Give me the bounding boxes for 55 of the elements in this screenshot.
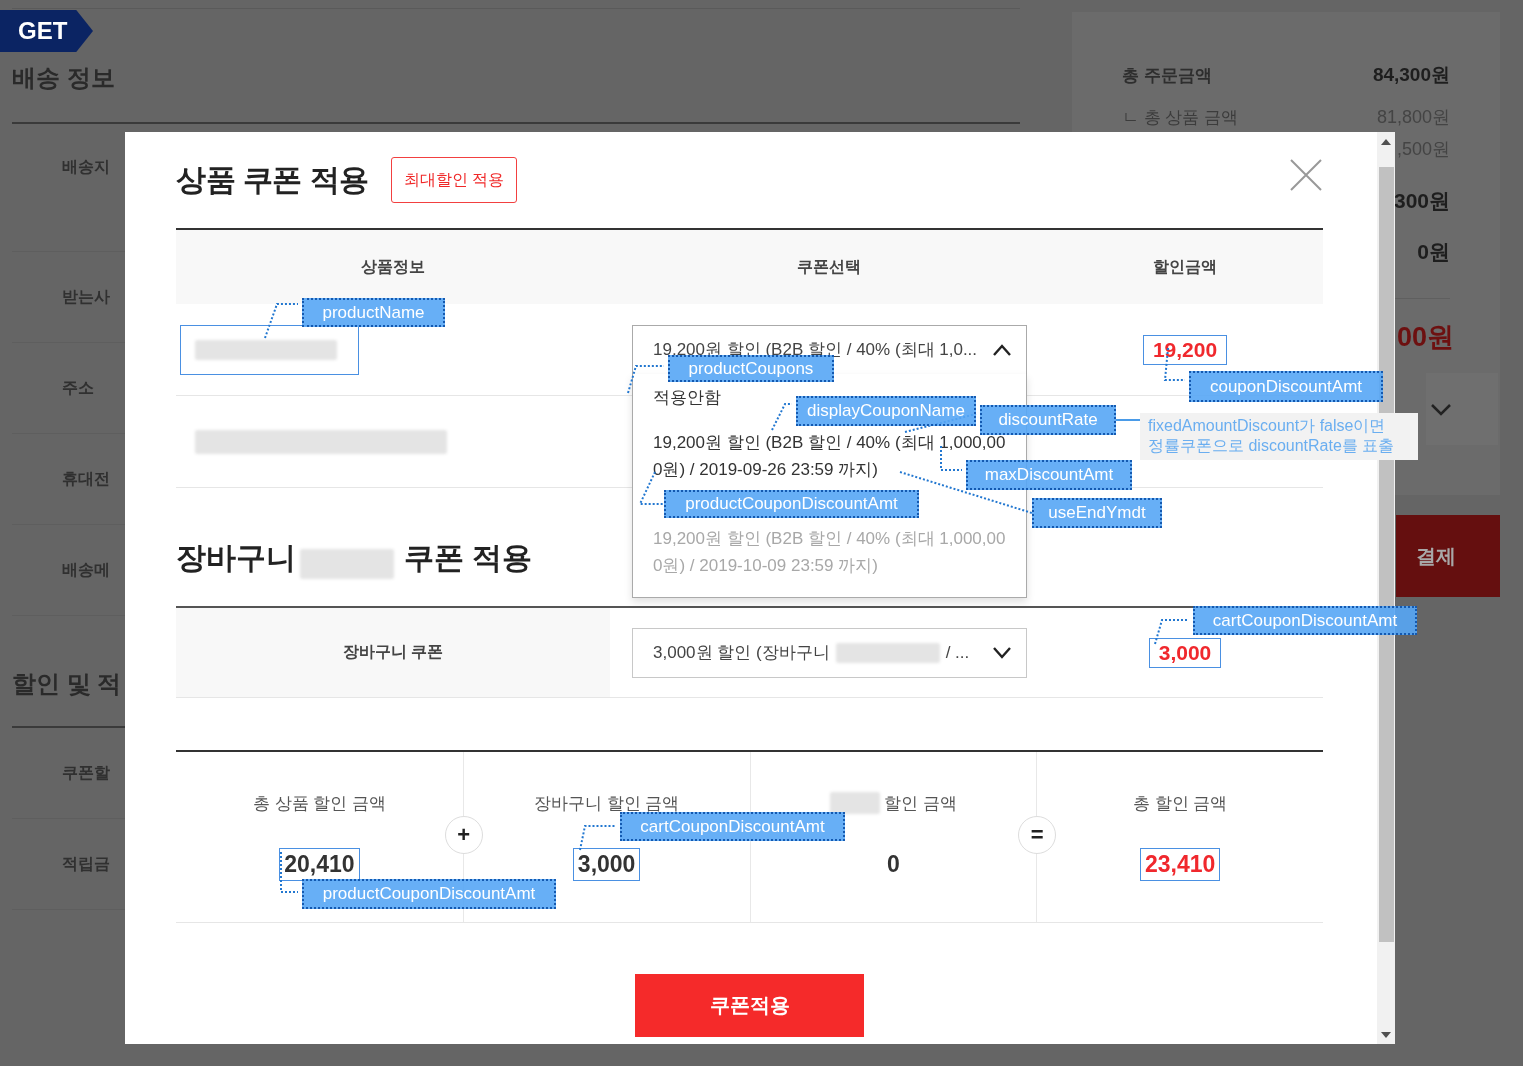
leader-line [264,303,299,339]
note-tooltip: fixedAmountDiscount가 false이면 정률쿠폰으로 discountRate를 표출 [1140,413,1418,460]
operator-badge: = [1018,816,1057,854]
summary-label: 총 할인 금액 [1132,792,1228,815]
annotation-tooltip: productName [302,298,445,327]
apply-coupon-button[interactable]: 쿠폰적용 [635,974,864,1037]
column-header: 쿠폰선택 [795,256,862,277]
leader-line [771,403,793,431]
section-title: 배송 정보 [12,63,116,93]
scroll-down-icon[interactable] [1381,1032,1391,1038]
max-discount-button[interactable]: 최대할인 적용 [390,157,518,203]
annotation-tooltip: productCouponDiscountAmt [302,879,556,909]
select-field[interactable] [1426,373,1498,445]
leader-line [1115,419,1141,421]
row-label: 장바구니 쿠폰 [176,608,610,697]
summary-label: 총 상품 할인 금액 [252,792,386,815]
badge: GET [0,10,93,52]
summary-label: 총 주문금액 [1122,64,1212,87]
annotation-tooltip: cartCouponDiscountAmt [1193,606,1417,635]
leader-line [579,825,617,851]
chevron-up-icon [992,343,1012,356]
annotation-tooltip: productCouponDiscountAmt [664,490,919,518]
section-title: 장바구니 [176,540,296,576]
section-title: 할인 및 적 [12,669,123,699]
modal-title: 상품 쿠폰 적용 [176,161,369,198]
coupon-select[interactable]: 3,000원 할인 (장바구니 / ... [632,627,1027,678]
summary-amount: 0 [885,850,901,879]
summary-amount: 23,410 [1139,848,1221,881]
annotation-tooltip: couponDiscountAmt [1189,371,1383,402]
leader-line [1154,619,1190,645]
pay-button[interactable]: 결제 [1396,515,1500,597]
redacted-text [830,792,880,814]
summary-value: 84,300원 [1372,63,1450,87]
summary-label: 할인 금액 [884,792,957,815]
annotation-tooltip: discountRate [980,405,1116,435]
operator-badge: + [444,816,483,854]
chevron-down-icon [992,646,1012,659]
close-icon[interactable] [1289,158,1323,192]
chevron-down-icon [1430,402,1452,416]
scroll-up-icon[interactable] [1381,139,1391,145]
annotation-tooltip: maxDiscountAmt [966,460,1132,490]
summary-label: 장바구니 할인 금액 [533,792,680,815]
annotation-tooltip: useEndYmdt [1032,498,1162,528]
final-amount: 00원 [1396,321,1454,354]
summary-value: 300원 [1393,188,1450,214]
summary-value: 0원 [1417,239,1450,265]
column-header: 할인금액 [1152,256,1218,277]
annotation-tooltip: cartCouponDiscountAmt [620,812,845,841]
discount-amount: 3,000 [1148,637,1222,668]
summary-amount: 3,000 [572,848,641,881]
annotation-tooltip: productCoupons [668,355,834,382]
discount-amount: 19,200 [1142,334,1228,365]
section-title: 쿠폰 적용 [404,540,533,576]
column-header: 상품정보 [360,256,426,277]
annotation-tooltip: displayCouponName [796,396,976,426]
